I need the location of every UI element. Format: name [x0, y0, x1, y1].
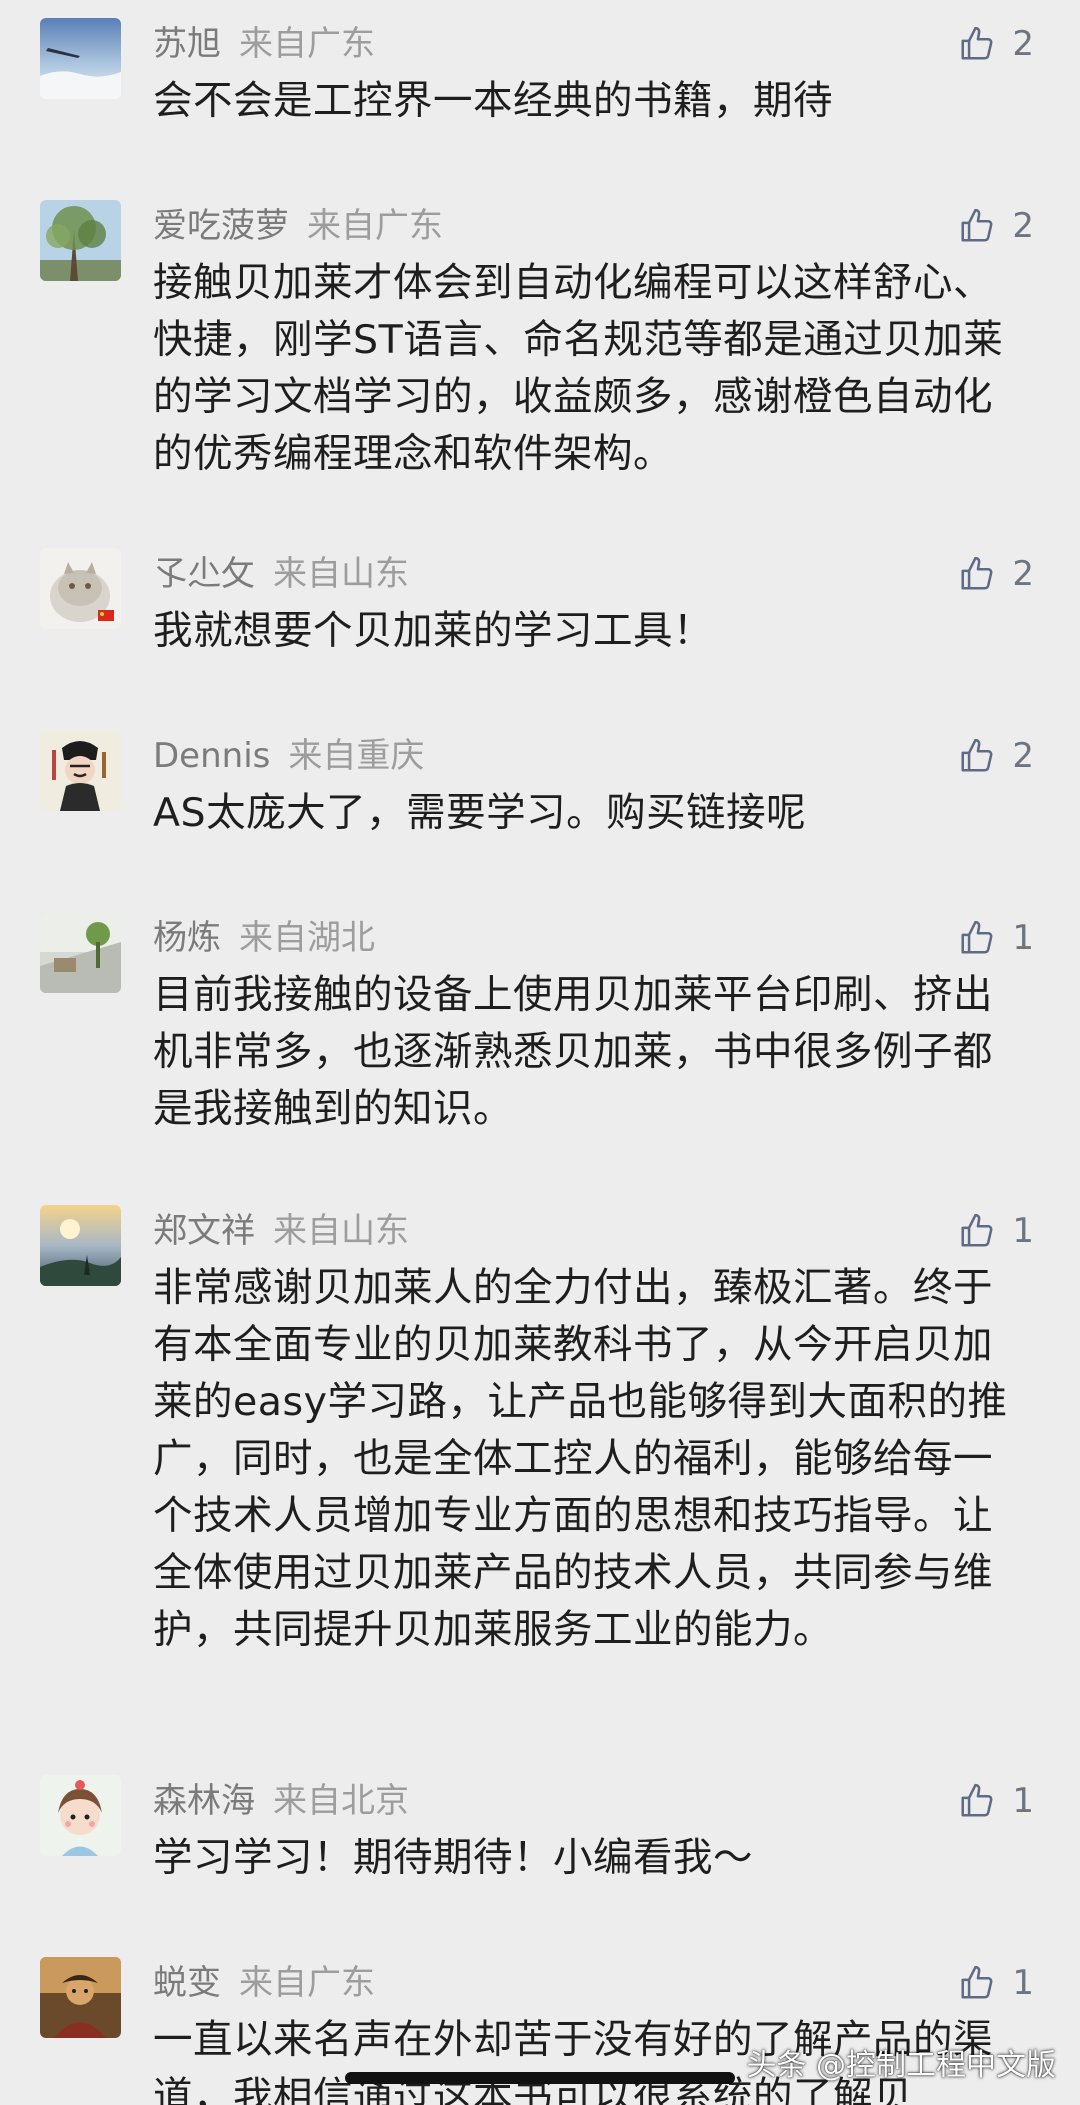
avatar-image [40, 1775, 121, 1856]
username[interactable]: 苏旭 [153, 24, 221, 64]
thumbs-up-icon [961, 1965, 993, 1999]
like-count: 2 [1012, 24, 1034, 64]
location-label: 来自湖北 [239, 918, 375, 958]
avatar-image [40, 1957, 121, 2038]
location-label: 来自广东 [239, 24, 375, 64]
username[interactable]: Dennis [153, 736, 270, 776]
home-indicator[interactable] [345, 2072, 735, 2084]
watermark: 头条 @控制工程中文版 [746, 2048, 1056, 2083]
like-count: 2 [1012, 206, 1034, 246]
thumbs-up-icon [961, 738, 993, 772]
avatar[interactable] [40, 912, 121, 993]
like-button[interactable]: 2 [958, 732, 1034, 780]
like-count: 2 [1012, 736, 1034, 776]
like-button[interactable]: 2 [958, 550, 1034, 598]
comment-meta: 郑文祥 来自山东 [153, 1207, 409, 1255]
comment-text: 学习学习！期待期待！小编看我～ [153, 1835, 753, 1881]
like-button[interactable]: 1 [958, 914, 1034, 962]
comment-meta: 孓尐攵 来自山东 [153, 550, 409, 598]
location-label: 来自重庆 [288, 736, 425, 776]
comment-meta: 杨炼 来自湖北 [153, 914, 375, 962]
thumbs-up-icon [961, 208, 993, 242]
avatar-image [40, 18, 121, 99]
username[interactable]: 孓尐攵 [153, 554, 255, 594]
avatar-image [40, 730, 121, 811]
comment-text: 会不会是工控界一本经典的书籍，期待 [153, 78, 833, 124]
like-count: 2 [1012, 554, 1034, 594]
avatar[interactable] [40, 1957, 121, 2038]
avatar[interactable] [40, 200, 121, 281]
username[interactable]: 爱吃菠萝 [153, 206, 289, 246]
like-button[interactable]: 1 [958, 1207, 1034, 1255]
thumbs-up-icon [961, 556, 993, 590]
like-count: 1 [1012, 918, 1034, 958]
location-label: 来自山东 [273, 554, 409, 594]
thumbs-up-icon [961, 920, 993, 954]
location-label: 来自广东 [307, 206, 443, 246]
like-button[interactable]: 1 [958, 1777, 1034, 1825]
comment-text: 接触贝加莱才体会到自动化编程可以这样舒心、快捷，刚学ST语言、命名规范等都是通过… [153, 260, 1004, 477]
username[interactable]: 蜕变 [153, 1963, 221, 2003]
avatar-image [40, 912, 121, 993]
like-count: 1 [1012, 1963, 1034, 2003]
location-label: 来自广东 [239, 1963, 375, 2003]
thumbs-up-icon [961, 1783, 993, 1817]
comment-meta: 爱吃菠萝 来自广东 [153, 202, 443, 250]
comment-meta: 蜕变 来自广东 [153, 1959, 375, 2007]
comment-text: 目前我接触的设备上使用贝加莱平台印刷、挤出机非常多，也逐渐熟悉贝加莱，书中很多例… [153, 972, 993, 1132]
like-button[interactable]: 2 [958, 202, 1034, 250]
like-button[interactable]: 1 [958, 1959, 1034, 2007]
username[interactable]: 杨炼 [153, 918, 221, 958]
comment-text: 非常感谢贝加莱人的全力付出，臻极汇著。终于有本全面专业的贝加莱教科书了，从今开启… [153, 1265, 1008, 1653]
thumbs-up-icon [961, 1213, 993, 1247]
avatar-image [40, 1205, 121, 1286]
like-count: 1 [1012, 1781, 1034, 1821]
avatar[interactable] [40, 1205, 121, 1286]
comment-text: AS太庞大了，需要学习。购买链接呢 [153, 790, 807, 836]
like-count: 1 [1012, 1211, 1034, 1251]
thumbs-up-icon [961, 26, 993, 60]
comment-list-page: 苏旭来自广东 2 会不会是工控界一本经典的书籍，期待 爱吃菠萝来自广东 2 [0, 0, 1080, 2105]
comment-meta: 苏旭 来自广东 [153, 20, 375, 68]
avatar[interactable] [40, 18, 121, 99]
avatar-image [40, 548, 121, 629]
comment-meta: Dennis 来自重庆 [153, 732, 424, 780]
comment-meta: 森林海 来自北京 [153, 1777, 409, 1825]
location-label: 来自山东 [273, 1211, 409, 1251]
avatar[interactable] [40, 1775, 121, 1856]
avatar[interactable] [40, 548, 121, 629]
comment-text: 我就想要个贝加莱的学习工具！ [153, 608, 713, 654]
avatar-image [40, 200, 121, 281]
like-button[interactable]: 2 [958, 20, 1034, 68]
location-label: 来自北京 [273, 1781, 409, 1821]
username[interactable]: 郑文祥 [153, 1211, 255, 1251]
avatar[interactable] [40, 730, 121, 811]
username[interactable]: 森林海 [153, 1781, 255, 1821]
